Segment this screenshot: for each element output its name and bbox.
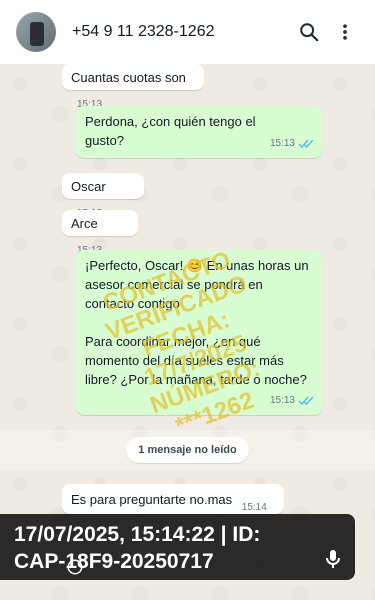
message-outgoing[interactable]: ¡Perfecto, Oscar! 😊 En unas horas un ase… xyxy=(76,250,322,415)
message-text: Oscar xyxy=(71,179,106,194)
message-outgoing[interactable]: Perdona, ¿con quién tengo el gusto? 15:1… xyxy=(76,106,322,158)
message-time: 15:13 xyxy=(269,138,295,149)
double-check-icon xyxy=(298,139,314,149)
message-incoming[interactable]: Cuantas cuotas son 15:13 xyxy=(62,64,204,110)
message-time: 15:13 xyxy=(269,395,295,406)
more-options-button[interactable] xyxy=(327,14,363,50)
unread-divider: 1 mensaje no leído xyxy=(0,430,375,470)
message-incoming[interactable]: Arce 15:13 xyxy=(62,210,138,256)
unread-badge: 1 mensaje no leído xyxy=(126,437,249,463)
message-incoming[interactable]: Es para preguntarte no.mas 15:14 xyxy=(62,484,284,514)
more-vertical-icon xyxy=(343,24,347,40)
message-text: Arce xyxy=(71,216,98,231)
message-text: Perdona, ¿con quién tengo el gusto? xyxy=(85,114,256,148)
contact-name[interactable]: +54 9 11 2328-1262 xyxy=(72,23,291,41)
microphone-icon[interactable] xyxy=(321,547,345,571)
message-text: Para coordinar mejor, ¿en qué momento de… xyxy=(85,334,307,387)
stamp-id: CAP-18F9-20250717 xyxy=(14,550,214,573)
message-text: Cuantas cuotas son xyxy=(71,70,186,85)
search-icon xyxy=(300,23,319,42)
message-text: Es para preguntarte no.mas xyxy=(71,492,233,507)
chat-header: +54 9 11 2328-1262 xyxy=(0,0,375,64)
message-text: ¡Perfecto, Oscar! 😊 En unas horas un ase… xyxy=(85,258,309,311)
double-check-icon xyxy=(298,396,314,406)
message-incoming[interactable]: Oscar 15:13 xyxy=(62,173,144,219)
search-button[interactable] xyxy=(291,14,327,50)
contact-avatar[interactable] xyxy=(16,12,56,52)
emoji-icon[interactable] xyxy=(66,558,84,576)
stamp-datetime: 17/07/2025, 15:14:22 | ID: xyxy=(14,523,261,546)
capture-stamp: 17/07/2025, 15:14:22 | ID: CAP-18F9-2025… xyxy=(0,514,355,580)
